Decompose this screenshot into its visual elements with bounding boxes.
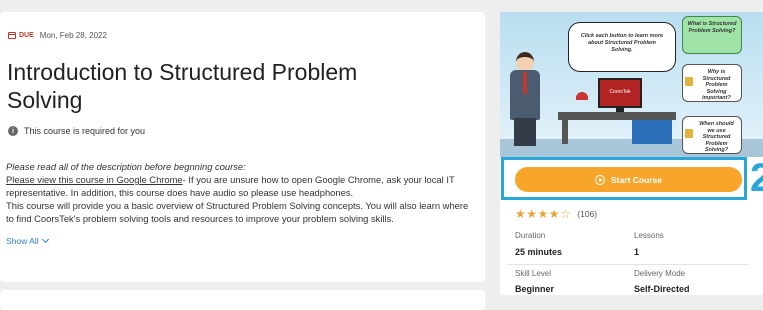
lock-icon (685, 77, 693, 86)
due-badge: DUE (8, 32, 34, 39)
duration-value: 25 minutes (515, 247, 563, 257)
lock-icon (685, 129, 693, 138)
description-paragraph: This course will provide you a basic ove… (6, 200, 469, 224)
start-course-button[interactable]: Start Course (515, 167, 742, 192)
info-icon: i (8, 126, 18, 136)
desk-illustration (558, 112, 676, 120)
course-details-card (0, 12, 485, 282)
lessons-label: Lessons (634, 231, 664, 240)
next-card (0, 290, 485, 310)
course-description: Please read all of the description befor… (6, 160, 478, 225)
skill-level-value: Beginner (515, 284, 555, 294)
description-chrome-note: Please view this course in Google Chrome… (6, 174, 455, 198)
calendar-icon (8, 32, 16, 39)
rating-count: (106) (577, 209, 598, 219)
monitor-illustration: CoorsTek (598, 78, 642, 108)
duration-label: Duration (515, 231, 546, 240)
due-date: Mon, Feb 28, 2022 (39, 31, 107, 40)
start-course-label: Start Course (610, 174, 662, 185)
play-icon (594, 174, 605, 185)
lamp-illustration (576, 92, 588, 100)
chrome-link[interactable]: Please view this course in Google Chrome (6, 174, 183, 185)
delivery-mode-label: Delivery Mode (634, 269, 686, 278)
show-all-label: Show All (6, 236, 39, 246)
due-label: DUE (19, 32, 34, 39)
person-illustration (516, 52, 534, 72)
star-rating-icon: ★★★★☆ (515, 207, 572, 221)
due-row: DUE Mon, Feb 28, 2022 (8, 31, 107, 40)
required-notice: i This course is required for you (8, 126, 145, 136)
delivery-mode-value: Self-Directed (634, 284, 690, 294)
required-text: This course is required for you (24, 126, 146, 136)
hero-button-why: Why is Structured Problem Solving import… (682, 64, 742, 102)
course-thumbnail: Click each button to learn more about St… (500, 12, 763, 157)
hero-button-what: What is Structured Problem Solving? (682, 16, 742, 54)
hero-button-when: When should we use Structured Problem So… (682, 116, 742, 154)
course-title: Introduction to Structured Problem Solvi… (7, 59, 358, 113)
chevron-down-icon (41, 235, 49, 244)
divider (508, 264, 748, 265)
show-all-button[interactable]: Show All (6, 235, 49, 246)
speech-bubble: Click each button to learn more about St… (568, 22, 676, 72)
description-intro: Please read all of the description befor… (6, 161, 246, 172)
skill-level-label: Skill Level (515, 269, 552, 278)
step-number: 2 (750, 156, 763, 200)
rating[interactable]: ★★★★☆ (106) (515, 207, 597, 221)
lessons-value: 1 (634, 247, 640, 257)
